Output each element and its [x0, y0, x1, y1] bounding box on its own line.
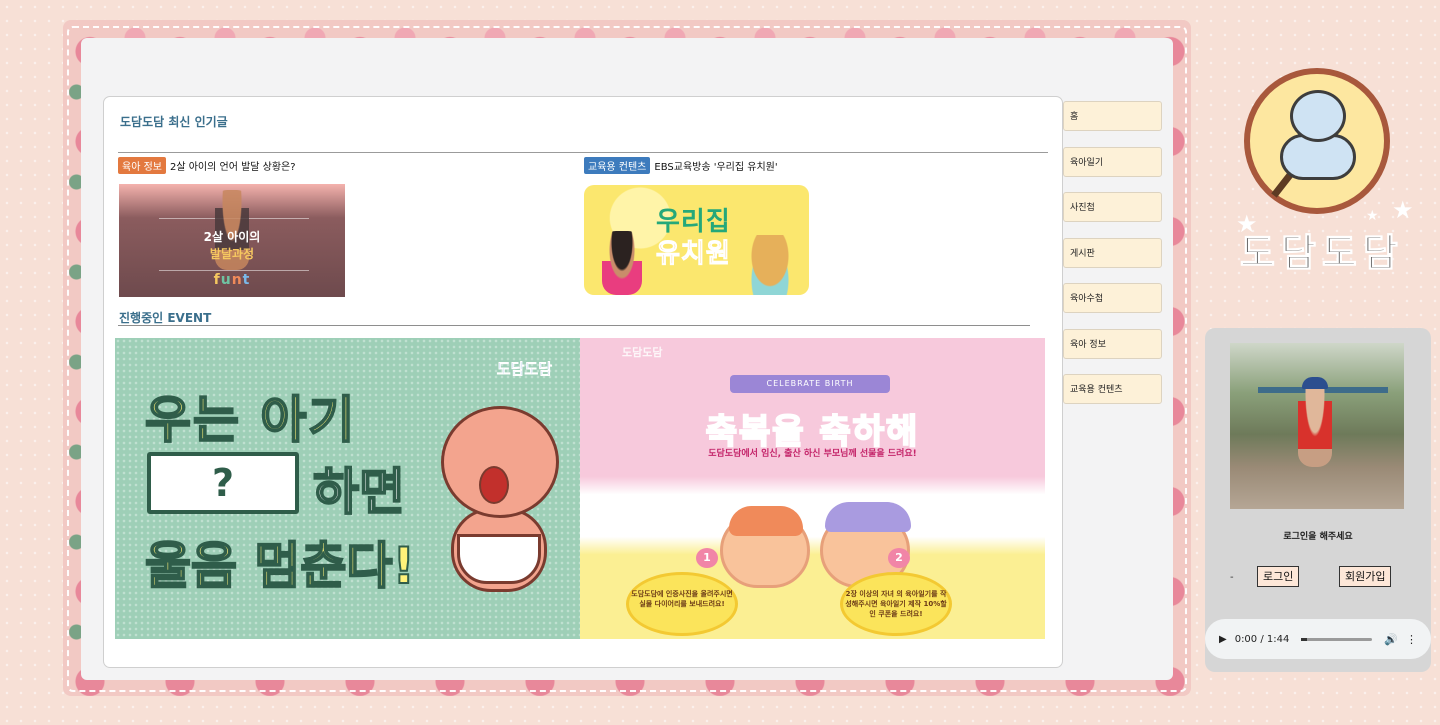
thumbnail-text: 2살 아이의	[203, 230, 261, 244]
banner-logo: 도담도담	[622, 346, 663, 359]
audio-time: 0:00 / 1:44	[1234, 633, 1290, 645]
banner-subtitle: 도담도담에서 임신, 출산 하신 부모님께 선물을 드려요!	[708, 449, 917, 459]
baby-hair	[729, 506, 803, 536]
divider	[118, 325, 1030, 326]
star-icon: ★	[1392, 196, 1414, 224]
post-link-2[interactable]: 교육용 컨텐츠 EBS교육방송 '우리집 유치원'	[584, 157, 778, 174]
more-options-icon[interactable]: ⋮	[1406, 633, 1417, 646]
step-number: 1	[696, 548, 718, 568]
logo-letter: f	[213, 272, 221, 288]
banner-headline: 하면	[312, 462, 406, 522]
volume-icon[interactable]: 🔊	[1384, 633, 1398, 646]
profile-photo	[1230, 343, 1404, 509]
banner-logo: 도담도담	[496, 360, 553, 379]
signup-button[interactable]: 회원가입	[1339, 566, 1392, 587]
baby-hat	[825, 502, 911, 532]
event-banner-crying-baby[interactable]: 도담도담 우는 아기 ? 하면 울음 멈춘다!	[115, 338, 580, 639]
post-title[interactable]: 2살 아이의 언어 발달 상황은?	[170, 158, 296, 173]
thumbnail-mascot	[746, 235, 794, 295]
step-number: 2	[888, 548, 910, 568]
nav-item-board[interactable]: 게시판	[1063, 238, 1162, 268]
baby-mouth	[479, 466, 509, 504]
star-icon: ★	[1236, 210, 1258, 238]
thumbnail-text: 유치원	[656, 239, 731, 270]
event-banner-celebrate-birth[interactable]: 도담도담 CELEBRATE BIRTH 축복을 축하해 도담도담에서 임신, …	[580, 338, 1045, 639]
photo-cap	[1302, 377, 1328, 389]
banner-question-box: ?	[147, 452, 299, 514]
banner-ribbon: CELEBRATE BIRTH	[730, 375, 890, 393]
nav-item-parenting-info[interactable]: 육아 정보	[1063, 329, 1162, 359]
site-logo[interactable]	[1244, 68, 1390, 214]
event-section-title: 진행중인 EVENT	[119, 311, 212, 325]
separator-dash: -	[1230, 572, 1234, 583]
logo-text: 도담도담	[1240, 231, 1404, 276]
post-link-1[interactable]: 육아 정보 2살 아이의 언어 발달 상황은?	[118, 157, 296, 174]
nav-item-handbook[interactable]: 육아수첩	[1063, 283, 1162, 313]
post-title[interactable]: EBS교육방송 '우리집 유치원'	[654, 158, 777, 173]
audio-progress-bar[interactable]	[1301, 637, 1373, 641]
popular-posts-panel: 도담도담 최신 인기글 육아 정보 2살 아이의 언어 발달 상황은? 2살 아…	[103, 96, 1063, 668]
play-icon[interactable]: ▶	[1219, 634, 1227, 645]
banner-headline: 우는 아기	[144, 390, 357, 450]
decor-line	[159, 270, 309, 271]
star-icon: ★	[1366, 208, 1379, 224]
step-description: 2장 이상의 자녀 의 육아일기를 작성해주시면 육아일기 제작 10%할인 쿠…	[840, 572, 952, 636]
post-thumbnail-2[interactable]: 우리집 유치원	[584, 185, 809, 295]
login-button[interactable]: 로그인	[1257, 566, 1300, 587]
logo-letter: u	[220, 272, 232, 288]
banner-headline: 울음 멈춘다!	[144, 536, 416, 596]
nav-item-education[interactable]: 교육용 컨텐츠	[1063, 374, 1162, 404]
crying-baby-illustration	[431, 396, 571, 606]
logo-letter: t	[242, 272, 251, 288]
category-badge: 육아 정보	[118, 157, 166, 174]
logo-letter: n	[231, 272, 243, 288]
nav-item-diary[interactable]: 육아일기	[1063, 147, 1162, 177]
audio-player: ▶ 0:00 / 1:44 🔊 ⋮	[1205, 619, 1431, 659]
photo-child	[1298, 381, 1332, 467]
baby-diaper	[457, 534, 541, 584]
login-message: 로그인을 해주세요	[1283, 532, 1353, 542]
panel-title: 도담도담 최신 인기글	[120, 115, 228, 129]
step-description: 도담도담에 인증사진을 올려주시면 실물 다이어리를 보내드려요!	[626, 572, 738, 636]
nav-item-album[interactable]: 사진첩	[1063, 192, 1162, 222]
post-thumbnail-1[interactable]: 2살 아이의 발달과정 funt	[119, 184, 345, 297]
divider	[118, 152, 1048, 153]
category-badge: 교육용 컨텐츠	[584, 157, 651, 174]
thumbnail-host	[602, 231, 642, 295]
thumbnail-text: 발달과정	[209, 247, 255, 261]
thumbnail-logo: funt	[119, 272, 345, 288]
nav-item-home[interactable]: 홈	[1063, 101, 1162, 131]
logo-baby-head	[1290, 90, 1346, 142]
baby-illustration	[720, 506, 810, 588]
